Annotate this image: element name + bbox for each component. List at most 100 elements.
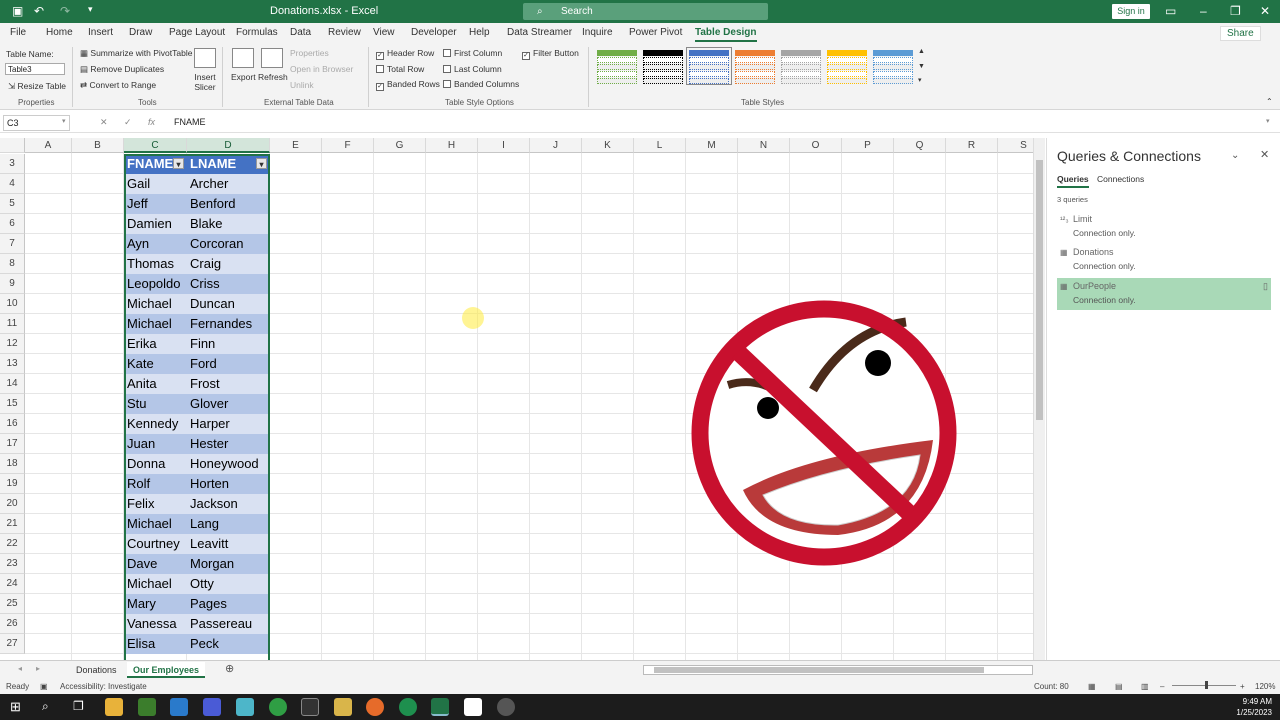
page-break-view-icon[interactable]: ▥ xyxy=(1141,682,1149,691)
row-header-26[interactable]: 26 xyxy=(0,614,25,634)
banded-rows-checkbox[interactable]: ✓ Banded Rows xyxy=(376,79,440,91)
header-lname-cell[interactable]: LNAME ▾ xyxy=(187,154,270,174)
fname-cell[interactable]: Anita xyxy=(124,374,187,394)
query-item-ourpeople[interactable]: ▦ OurPeople Connection only. ▯ xyxy=(1057,278,1271,310)
sheet-tab-donations[interactable]: Donations xyxy=(70,662,123,678)
lname-cell[interactable]: Duncan xyxy=(187,294,270,314)
media-player-icon[interactable] xyxy=(334,698,352,716)
column-header-j[interactable]: J xyxy=(530,138,582,153)
row-header-15[interactable]: 15 xyxy=(0,394,25,414)
row-header-23[interactable]: 23 xyxy=(0,554,25,574)
column-header-a[interactable]: A xyxy=(25,138,72,153)
normal-view-icon[interactable]: ▦ xyxy=(1088,682,1096,691)
column-header-l[interactable]: L xyxy=(634,138,686,153)
customize-qat-icon[interactable]: ▾ xyxy=(88,4,93,15)
row-header-12[interactable]: 12 xyxy=(0,334,25,354)
lname-cell[interactable]: Honeywood xyxy=(187,454,270,474)
lname-cell[interactable]: Archer xyxy=(187,174,270,194)
insert-slicer-button[interactable]: Insert Slicer xyxy=(194,72,216,92)
tab-power-pivot[interactable]: Power Pivot xyxy=(629,27,682,38)
last-column-checkbox[interactable]: Last Column xyxy=(443,64,502,74)
filter-dropdown-icon[interactable]: ▾ xyxy=(173,158,184,169)
header-fname-cell[interactable]: FNAME ▾ xyxy=(124,154,187,174)
ribbon-display-icon[interactable]: ▭ xyxy=(1165,4,1176,18)
select-all-corner[interactable] xyxy=(0,138,25,153)
scroll-tabs-left-icon[interactable]: ◂ xyxy=(18,664,22,673)
app-icon[interactable] xyxy=(236,698,254,716)
tab-queries[interactable]: Queries xyxy=(1057,174,1089,188)
horizontal-scrollbar[interactable] xyxy=(643,665,1033,675)
lname-cell[interactable]: Criss xyxy=(187,274,270,294)
taskbar-search-icon[interactable]: ⌕ xyxy=(42,699,49,714)
lname-cell[interactable]: Horten xyxy=(187,474,270,494)
fname-cell[interactable]: Kennedy xyxy=(124,414,187,434)
row-header-4[interactable]: 4 xyxy=(0,174,25,194)
windows-start-icon[interactable]: ⊞ xyxy=(10,699,21,715)
remove-duplicates-button[interactable]: ▤ Remove Duplicates xyxy=(80,64,164,75)
row-header-8[interactable]: 8 xyxy=(0,254,25,274)
task-view-icon[interactable]: ❐ xyxy=(73,699,84,713)
fname-cell[interactable]: Donna xyxy=(124,454,187,474)
properties-button[interactable]: Properties xyxy=(290,48,329,58)
lname-cell[interactable]: Blake xyxy=(187,214,270,234)
table-style-swatch[interactable] xyxy=(686,47,732,85)
total-row-checkbox[interactable]: Total Row xyxy=(376,64,424,74)
firefox-icon[interactable] xyxy=(366,698,384,716)
accessibility-status[interactable]: Accessibility: Investigate xyxy=(60,682,147,691)
lname-cell[interactable]: Hester xyxy=(187,434,270,454)
page-layout-view-icon[interactable]: ▤ xyxy=(1115,682,1123,691)
redo-icon[interactable]: ↷ xyxy=(60,4,70,18)
fname-cell[interactable]: Michael xyxy=(124,314,187,334)
tab-table-design[interactable]: Table Design xyxy=(695,27,757,42)
table-style-swatch[interactable] xyxy=(597,50,637,84)
row-header-9[interactable]: 9 xyxy=(0,274,25,294)
notepad-plus-icon[interactable] xyxy=(138,698,156,716)
lname-cell[interactable]: Benford xyxy=(187,194,270,214)
filter-button-checkbox[interactable]: ✓ Filter Button xyxy=(522,48,579,60)
fname-cell[interactable]: Juan xyxy=(124,434,187,454)
tab-inquire[interactable]: Inquire xyxy=(582,27,613,38)
resize-table-button[interactable]: ⇲ Resize Table xyxy=(8,81,66,92)
minimize-icon[interactable]: – xyxy=(1200,4,1207,18)
vertical-scrollbar[interactable] xyxy=(1033,138,1045,660)
column-header-k[interactable]: K xyxy=(582,138,634,153)
column-header-p[interactable]: P xyxy=(842,138,894,153)
row-header-16[interactable]: 16 xyxy=(0,414,25,434)
horizontal-scroll-thumb[interactable] xyxy=(654,667,984,673)
tab-formulas[interactable]: Formulas xyxy=(236,27,278,38)
gallery-scroll-up-icon[interactable]: ▲ xyxy=(918,48,925,55)
sheet-tab-our-employees[interactable]: Our Employees xyxy=(127,662,206,678)
query-item-limit[interactable]: ¹²₃ Limit Connection only. xyxy=(1057,211,1271,243)
document-icon[interactable] xyxy=(464,698,482,716)
vscode-icon[interactable] xyxy=(170,698,188,716)
row-header-18[interactable]: 18 xyxy=(0,454,25,474)
tab-connections[interactable]: Connections xyxy=(1097,174,1144,184)
gallery-scroll-down-icon[interactable]: ▼ xyxy=(918,63,925,70)
row-header-17[interactable]: 17 xyxy=(0,434,25,454)
lname-cell[interactable]: Lang xyxy=(187,514,270,534)
query-preview-icon[interactable]: ▯ xyxy=(1263,281,1268,292)
name-box-dropdown-icon[interactable]: ▾ xyxy=(62,117,66,125)
vertical-scroll-thumb[interactable] xyxy=(1036,160,1043,420)
tab-help[interactable]: Help xyxy=(469,27,490,38)
row-header-7[interactable]: 7 xyxy=(0,234,25,254)
convert-to-range-button[interactable]: ⇄ Convert to Range xyxy=(80,80,156,91)
tab-data[interactable]: Data xyxy=(290,27,311,38)
zoom-slider[interactable] xyxy=(1172,685,1236,686)
filter-dropdown-icon[interactable]: ▾ xyxy=(256,158,267,169)
fname-cell[interactable]: Mary xyxy=(124,594,187,614)
row-header-22[interactable]: 22 xyxy=(0,534,25,554)
pane-options-icon[interactable]: ⌄ xyxy=(1231,150,1239,161)
lname-cell[interactable]: Frost xyxy=(187,374,270,394)
first-column-checkbox[interactable]: First Column xyxy=(443,48,502,58)
zoom-in-icon[interactable]: + xyxy=(1240,682,1245,691)
undo-icon[interactable]: ↶ xyxy=(34,4,44,18)
fname-cell[interactable]: Elisa xyxy=(124,634,187,654)
fname-cell[interactable]: Thomas xyxy=(124,254,187,274)
collapse-ribbon-icon[interactable]: ⌃ xyxy=(1266,97,1273,106)
visual-studio-icon[interactable] xyxy=(203,698,221,716)
fname-cell[interactable]: Stu xyxy=(124,394,187,414)
row-header-10[interactable]: 10 xyxy=(0,294,25,314)
restore-icon[interactable]: ❐ xyxy=(1230,4,1241,18)
share-button[interactable]: Share xyxy=(1220,26,1261,41)
